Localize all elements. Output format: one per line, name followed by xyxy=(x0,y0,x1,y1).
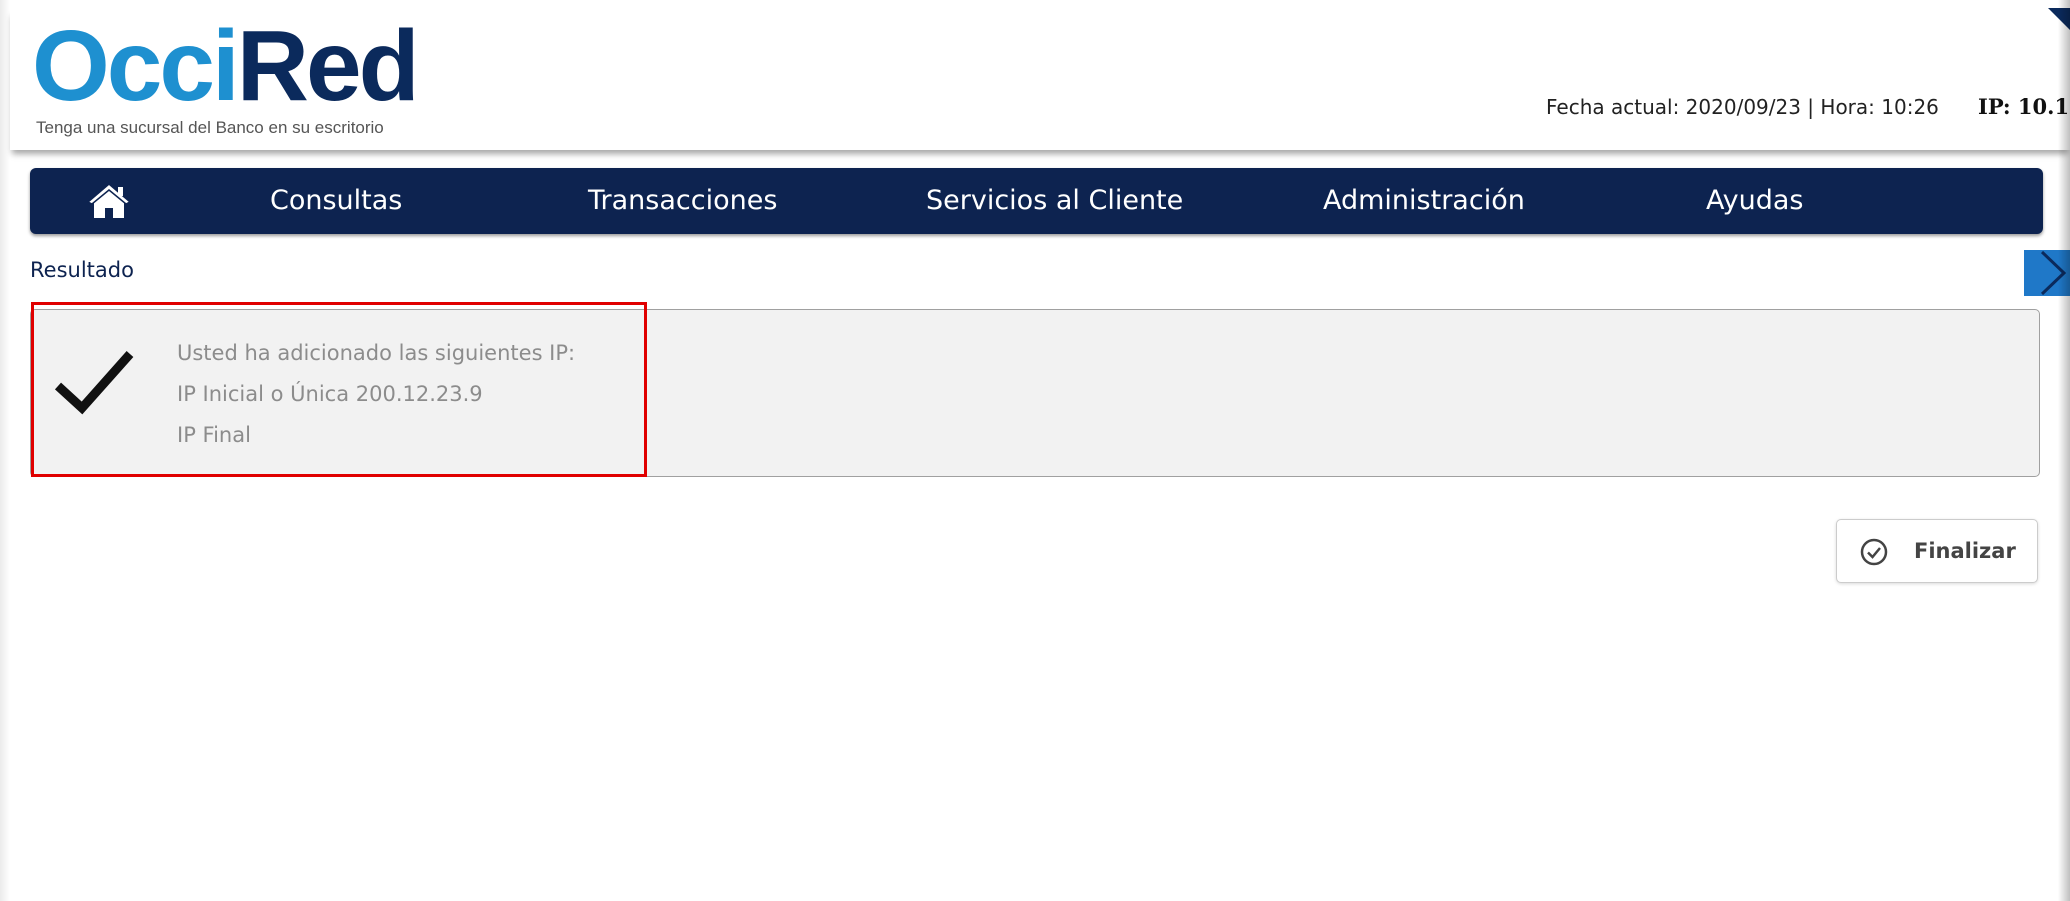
logo-wordmark: OcciRed xyxy=(32,16,420,116)
page: OcciRed Tenga una sucursal del Banco en … xyxy=(0,0,2070,901)
logo-tagline: Tenga una sucursal del Banco en su escri… xyxy=(36,118,384,137)
nav-transacciones[interactable]: Transacciones xyxy=(588,168,777,234)
nav-ayudas[interactable]: Ayudas xyxy=(1706,168,1803,234)
main-nav: Consultas Transacciones Servicios al Cli… xyxy=(30,168,2043,234)
finalizar-label: Finalizar xyxy=(1914,539,2016,563)
ip-info: IP: 10.1 xyxy=(1978,94,2070,119)
home-icon xyxy=(86,183,132,218)
logo-occi: Occi xyxy=(32,10,240,122)
right-edge-shadow xyxy=(2058,0,2070,901)
logo-red: Red xyxy=(236,10,420,122)
date-time-info: Fecha actual: 2020/09/23 | Hora: 10:26 xyxy=(1546,95,1939,119)
nav-consultas[interactable]: Consultas xyxy=(270,168,402,234)
finalizar-button[interactable]: Finalizar xyxy=(1836,519,2038,583)
nav-home[interactable] xyxy=(85,181,133,221)
highlight-box xyxy=(31,302,647,477)
nav-servicios-al-cliente[interactable]: Servicios al Cliente xyxy=(926,168,1183,234)
check-circle-icon xyxy=(1860,538,1888,566)
nav-administracion[interactable]: Administración xyxy=(1323,168,1525,234)
header: OcciRed Tenga una sucursal del Banco en … xyxy=(10,8,2070,150)
result-title: Resultado xyxy=(30,258,134,282)
left-edge-shadow xyxy=(0,0,10,901)
